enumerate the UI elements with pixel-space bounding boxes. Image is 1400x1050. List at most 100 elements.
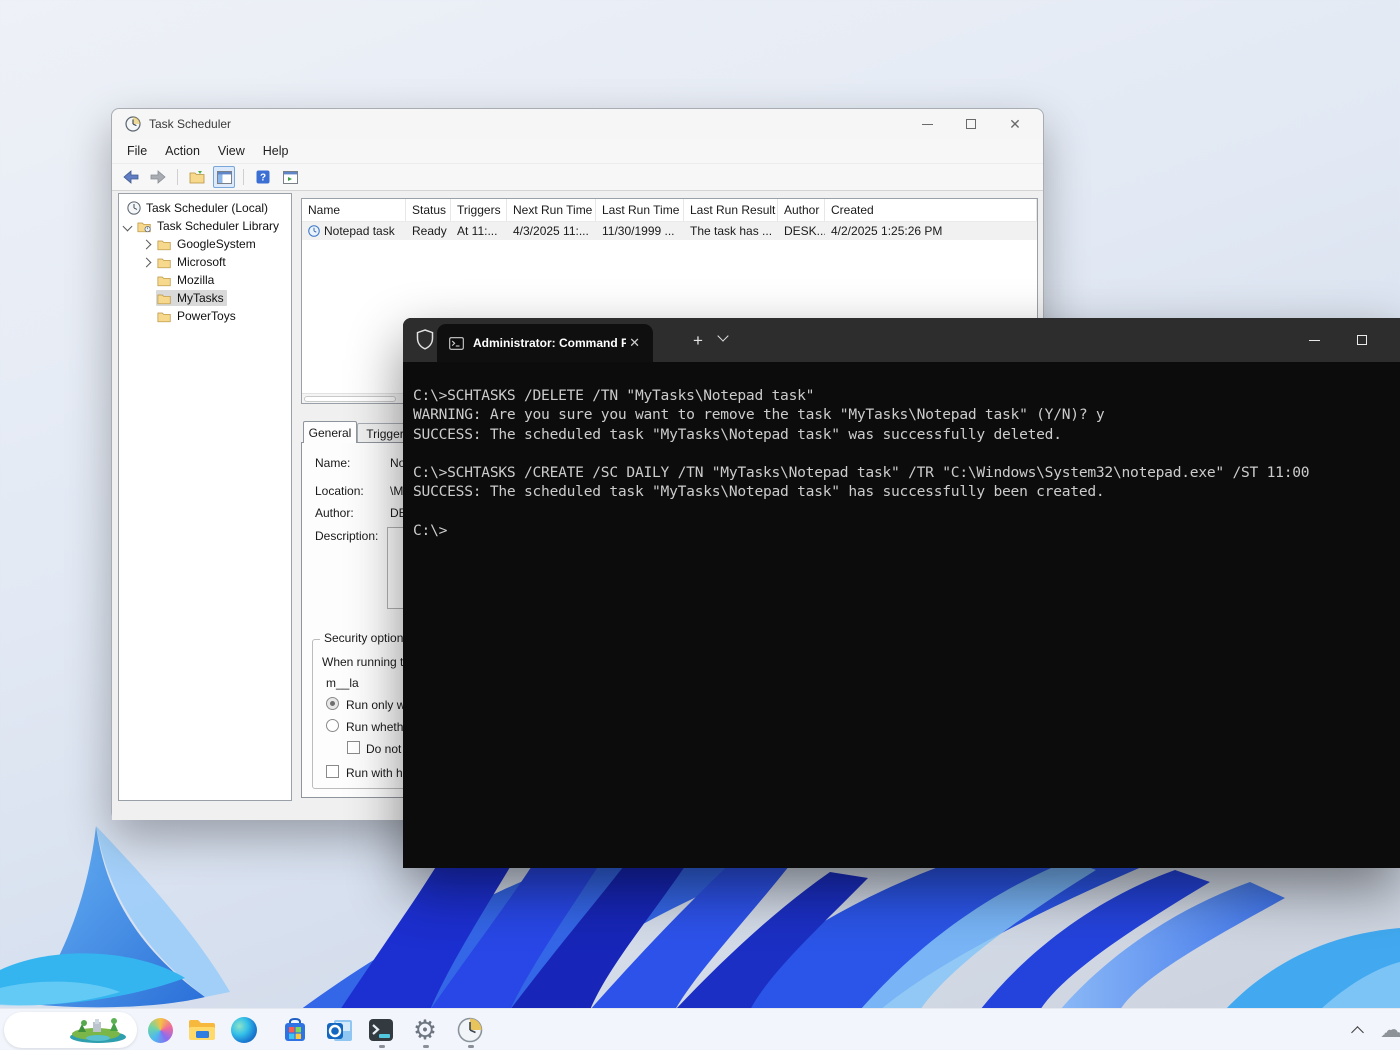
copilot-icon[interactable] (146, 1016, 174, 1044)
settings-icon[interactable]: ⚙ (411, 1016, 439, 1044)
show-hidden-icons-chevron[interactable] (1351, 1026, 1364, 1039)
terminal-tab[interactable]: Administrator: Command Pro ✕ (437, 324, 653, 362)
triggers-cell: At 11:... (457, 224, 498, 238)
panes-icon (216, 170, 232, 184)
console-tree: Task Scheduler (Local) Task Scheduler Li… (118, 193, 292, 801)
toolbar: ? (112, 164, 1043, 191)
scrollbar-thumb[interactable] (304, 396, 396, 402)
task-scheduler-titlebar[interactable]: Task Scheduler ✕ (112, 109, 1043, 139)
tab-general[interactable]: General (303, 421, 357, 443)
menu-file[interactable]: File (118, 141, 156, 161)
selected-item-highlight: MyTasks (156, 290, 227, 306)
terminal-line: SUCCESS: The scheduled task "MyTasks\Not… (413, 425, 1062, 443)
column-header-name[interactable]: Name (302, 199, 406, 221)
folder-icon (157, 240, 171, 250)
name-label: Name: (315, 456, 351, 470)
maximize-button[interactable] (949, 109, 993, 139)
tree-item-label: GoogleSystem (177, 237, 256, 251)
last-result-cell: The task has ... (690, 224, 773, 238)
minimize-icon (921, 123, 933, 125)
tree-item-mytasks[interactable]: MyTasks (119, 289, 291, 307)
tree-item-library[interactable]: Task Scheduler Library (119, 217, 291, 235)
task-list-header: Name Status Triggers Next Run Time Last … (302, 199, 1037, 222)
run-highest-checkbox[interactable] (326, 765, 339, 778)
menu-view[interactable]: View (209, 141, 254, 161)
tree-item-label: PowerToys (177, 309, 236, 323)
chevron-down-icon[interactable] (122, 221, 133, 231)
outlook-icon[interactable] (325, 1016, 353, 1044)
next-run-cell: 4/3/2025 11:... (513, 224, 589, 238)
column-header-triggers[interactable]: Triggers (451, 199, 507, 221)
tree-item-root[interactable]: Task Scheduler (Local) (119, 199, 291, 217)
terminal-window: Administrator: Command Pro ✕ + C:\>SCHTA… (403, 318, 1400, 868)
maximize-icon (966, 119, 976, 129)
terminal-line: SUCCESS: The scheduled task "MyTasks\Not… (413, 483, 1105, 501)
task-scheduler-app-icon (125, 116, 141, 132)
folder-icon (157, 312, 171, 322)
widgets-button[interactable] (4, 1012, 137, 1048)
location-label: Location: (315, 484, 364, 498)
folder-glyph (189, 1020, 215, 1040)
edge-icon[interactable] (230, 1016, 258, 1044)
file-explorer-icon[interactable] (188, 1016, 216, 1044)
column-header-next-run[interactable]: Next Run Time (507, 199, 596, 221)
run-only-logged-on-radio[interactable] (326, 697, 339, 710)
tree-item-googlesystem[interactable]: GoogleSystem (119, 235, 291, 253)
chevron-right-icon[interactable] (141, 257, 152, 267)
tree-item-powertoys[interactable]: PowerToys (119, 307, 291, 325)
new-tab-button[interactable]: + (685, 328, 711, 354)
forward-button[interactable] (147, 166, 169, 188)
folder-icon (157, 294, 171, 304)
tab-close-icon[interactable]: ✕ (626, 335, 643, 351)
location-value: \M (390, 484, 404, 498)
close-icon: ✕ (1009, 116, 1021, 132)
show-action-pane-button[interactable] (213, 166, 235, 188)
run-whether-logged-label: Run whethe (346, 720, 411, 734)
forward-icon (150, 170, 166, 184)
copilot-swirl (147, 1017, 173, 1043)
store-bag (285, 1017, 305, 1041)
menu-help[interactable]: Help (254, 141, 298, 161)
tree-item-microsoft[interactable]: Microsoft (119, 253, 291, 271)
folder-icon (157, 276, 171, 286)
terminal-output[interactable]: C:\>SCHTASKS /DELETE /TN "MyTasks\Notepa… (403, 362, 1400, 541)
window-pane-icon (282, 170, 298, 184)
task-scheduler-taskbar-icon[interactable] (456, 1016, 484, 1044)
run-whether-logged-radio[interactable] (326, 719, 339, 732)
clock-glyph (457, 1017, 483, 1043)
terminal-running-indicator (379, 1045, 385, 1048)
terminal-taskbar-icon[interactable] (367, 1016, 395, 1044)
chevron-right-icon[interactable] (141, 239, 152, 249)
menu-action[interactable]: Action (156, 141, 209, 161)
clock-icon (127, 201, 141, 215)
onedrive-cloud-icon[interactable]: ☁ (1380, 1017, 1400, 1043)
back-button[interactable] (120, 166, 142, 188)
terminal-maximize-button[interactable] (1339, 318, 1385, 362)
show-console-tree-button[interactable] (186, 166, 208, 188)
column-header-created[interactable]: Created (825, 199, 1037, 221)
new-window-button[interactable] (279, 166, 301, 188)
when-running-label: When running t (322, 655, 404, 669)
maximize-icon (1357, 335, 1367, 345)
terminal-glyph (369, 1019, 393, 1041)
column-header-last-run[interactable]: Last Run Time (596, 199, 684, 221)
column-header-last-result[interactable]: Last Run Result (684, 199, 778, 221)
do-not-store-checkbox[interactable] (347, 741, 360, 754)
help-button[interactable]: ? (252, 166, 274, 188)
store-icon[interactable] (281, 1016, 309, 1044)
close-button[interactable]: ✕ (993, 109, 1037, 139)
column-header-author[interactable]: Author (778, 199, 825, 221)
terminal-minimize-button[interactable] (1291, 318, 1337, 362)
settings-running-indicator (423, 1045, 429, 1048)
tree-item-mozilla[interactable]: Mozilla (119, 271, 291, 289)
column-header-status[interactable]: Status (406, 199, 451, 221)
tab-dropdown-button[interactable] (717, 330, 729, 342)
terminal-tab-title: Administrator: Command Pro (473, 336, 627, 350)
chevron-down-icon (717, 330, 729, 342)
cmd-icon (449, 336, 464, 350)
edge-swirl (231, 1017, 257, 1043)
minimize-button[interactable] (905, 109, 949, 139)
terminal-titlebar[interactable]: Administrator: Command Pro ✕ + (403, 318, 1400, 362)
table-row[interactable]: Notepad task Ready At 11:... 4/3/2025 11… (302, 222, 1037, 240)
